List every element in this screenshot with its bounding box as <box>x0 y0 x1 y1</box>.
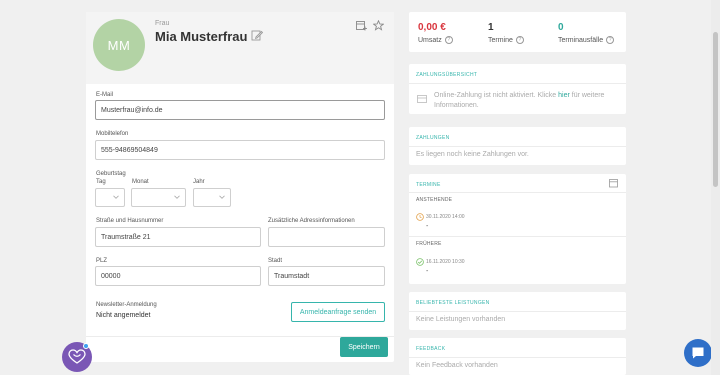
past-appointment-date[interactable]: 16.11.2020 10:30 <box>426 259 465 265</box>
divider <box>409 192 626 193</box>
divider <box>409 83 626 84</box>
save-button[interactable]: Speichern <box>340 337 388 357</box>
chevron-down-icon <box>174 195 180 199</box>
extra-address-field[interactable] <box>268 227 385 247</box>
popular-services-empty: Keine Leistungen vorhanden <box>416 316 506 323</box>
year-label: Jahr <box>193 179 205 185</box>
day-label: Tag <box>96 179 106 185</box>
add-appointment-icon[interactable] <box>609 178 619 188</box>
divider <box>409 357 626 358</box>
newsletter-request-button[interactable]: Anmeldeanfrage senden <box>291 302 385 322</box>
salutation: Frau <box>155 20 170 27</box>
email-label: E-Mail <box>96 92 114 98</box>
chat-bubble-icon <box>692 347 704 359</box>
upcoming-label: ANSTEHENDE <box>416 197 453 203</box>
payment-overview-title: ZAHLUNGSÜBERSICHT <box>416 72 478 78</box>
live-chat-button[interactable] <box>684 339 712 367</box>
newsletter-label: Newsletter-Anmeldung <box>96 302 157 308</box>
appointments-count-label-text: Termine <box>488 36 513 44</box>
street-field[interactable]: Traumstraße 21 <box>95 227 261 247</box>
appointments-count-label: Termine ? <box>488 36 524 44</box>
cancellations-label-text: Terminausfälle <box>558 36 604 44</box>
zip-label: PLZ <box>96 258 108 264</box>
mobile-label: Mobiltelefon <box>96 131 129 137</box>
credit-card-icon <box>417 95 427 103</box>
revenue-value: 0,00 € <box>418 22 446 33</box>
appointments-count: 1 <box>488 22 494 33</box>
chevron-down-icon <box>113 195 119 199</box>
edit-name-icon[interactable] <box>251 29 263 41</box>
past-appointment-detail: - <box>426 268 429 275</box>
payments-title: ZAHLUNGEN <box>416 135 450 141</box>
day-select[interactable] <box>95 188 125 207</box>
month-select[interactable] <box>131 188 186 207</box>
city-label: Stadt <box>268 258 283 264</box>
payment-overview-text: Online-Zahlung ist nicht aktiviert. Klic… <box>434 91 619 111</box>
email-field[interactable]: Musterfrau@info.de <box>95 100 385 120</box>
cancellations-count: 0 <box>558 22 564 33</box>
zip-field[interactable]: 00000 <box>95 266 261 286</box>
help-icon[interactable]: ? <box>606 36 615 44</box>
profile-header: MM Frau Mia Musterfrau <box>86 12 394 84</box>
revenue-label-text: Umsatz <box>418 36 442 44</box>
newsletter-status: Nicht angemeldet <box>96 312 151 319</box>
extra-address-label: Zusätzliche Adressinformationen <box>268 218 355 224</box>
check-circle-icon <box>416 258 424 266</box>
more-info-link[interactable]: hier <box>558 92 570 99</box>
divider <box>409 236 626 237</box>
avatar: MM <box>93 19 145 71</box>
appointments-card: TERMINE ANSTEHENDE 30.11.2020 14:00 - FR… <box>409 174 626 284</box>
scrollbar-thumb[interactable] <box>713 32 718 187</box>
cancellations-label: Terminausfälle ? <box>558 36 615 44</box>
feedback-card: FEEDBACK Kein Feedback vorhanden <box>409 338 626 375</box>
payment-overview-card: ZAHLUNGSÜBERSICHT Online-Zahlung ist nic… <box>409 64 626 114</box>
help-icon[interactable]: ? <box>515 36 524 44</box>
stats-card: 0,00 € Umsatz ? 1 Termine ? 0 Terminausf… <box>409 12 626 52</box>
popular-services-title: BELIEBTESTE LEISTUNGEN <box>416 300 490 306</box>
divider <box>409 146 626 147</box>
feedback-empty: Kein Feedback vorhanden <box>416 362 498 369</box>
payments-empty: Es liegen noch keine Zahlungen vor. <box>416 151 529 158</box>
month-label: Monat <box>132 179 149 185</box>
favorite-star-icon[interactable] <box>373 20 384 31</box>
birthday-label: Geburtstag <box>96 171 126 177</box>
upcoming-appointment-date[interactable]: 30.11.2020 14:00 <box>426 214 465 220</box>
help-icon[interactable]: ? <box>444 36 453 44</box>
city-field[interactable]: Traumstadt <box>268 266 385 286</box>
feedback-title: FEEDBACK <box>416 346 446 352</box>
popular-services-card: BELIEBTESTE LEISTUNGEN Keine Leistungen … <box>409 292 626 330</box>
street-label: Straße und Hausnummer <box>96 218 164 224</box>
add-appointment-icon[interactable] <box>356 20 367 31</box>
past-label: FRÜHERE <box>416 241 442 247</box>
appointments-title: TERMINE <box>416 182 441 188</box>
revenue-label: Umsatz ? <box>418 36 453 44</box>
year-select[interactable] <box>193 188 231 207</box>
payment-overview-text-before: Online-Zahlung ist nicht aktiviert. Klic… <box>434 92 557 99</box>
upcoming-appointment-detail: - <box>426 223 429 230</box>
clock-icon <box>416 213 424 221</box>
divider <box>409 311 626 312</box>
customer-name: Mia Musterfrau <box>155 29 248 44</box>
chevron-down-icon <box>219 195 225 199</box>
mobile-field[interactable]: 555-94869504849 <box>95 140 385 160</box>
payments-card: ZAHLUNGEN Es liegen noch keine Zahlungen… <box>409 127 626 165</box>
notification-dot <box>83 343 89 349</box>
heart-chat-icon <box>68 349 86 364</box>
customer-profile-card: MM Frau Mia Musterfrau E-Mail Musterfrau… <box>86 12 394 362</box>
